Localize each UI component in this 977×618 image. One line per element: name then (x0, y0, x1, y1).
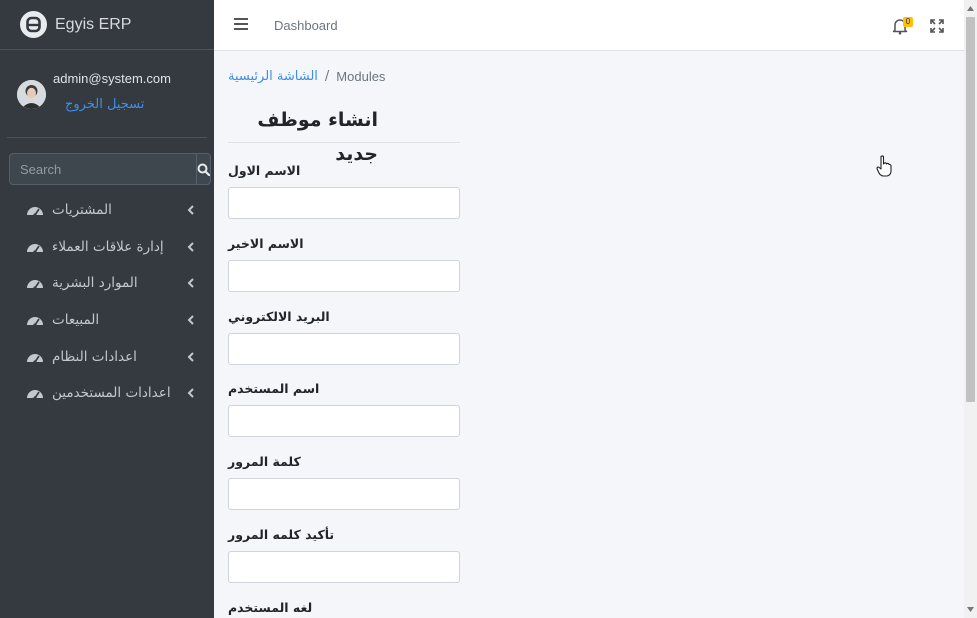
sidebar-item-purchases[interactable]: المشتريات (0, 192, 214, 229)
first-name-label: الاسم الاول (228, 163, 301, 178)
search-button[interactable] (196, 153, 211, 185)
breadcrumb-separator: / (324, 69, 330, 84)
sidebar-item-label: إدارة علاقات العملاء (52, 238, 164, 255)
search-input[interactable] (9, 153, 196, 185)
tachometer-icon (25, 385, 44, 401)
sidebar-item-hr[interactable]: الموارد البشرية (0, 265, 214, 302)
email-label: البريد الالكتروني (228, 309, 330, 324)
avatar[interactable] (17, 80, 46, 109)
last-name-group: الاسم الاخير (228, 236, 460, 292)
user-language-label: لغه المستخدم (228, 600, 313, 615)
tachometer-icon (25, 312, 44, 328)
email-group: البريد الالكتروني (228, 309, 460, 365)
chevron-left-icon (186, 278, 194, 289)
sidebar-item-system-settings[interactable]: اعدادات النظام (0, 338, 214, 375)
tachometer-icon (25, 202, 44, 218)
brand-name: Egyis ERP (55, 15, 132, 33)
create-employee-form: انشاء موظف جديد الاسم الاول الاسم الاخير… (228, 103, 460, 615)
username-group: اسم المستخدم (228, 381, 460, 437)
chevron-left-icon (186, 205, 194, 216)
scrollbar-thumb[interactable] (966, 17, 975, 402)
hand-cursor-icon (876, 155, 892, 177)
sidebar-search (9, 153, 211, 185)
password-input[interactable] (228, 478, 460, 510)
sidebar-item-label: اعدادات النظام (52, 348, 137, 365)
scroll-down-icon[interactable] (967, 607, 974, 613)
scroll-up-icon[interactable] (967, 5, 974, 11)
confirm-password-label: تأكيد كلمه المرور (228, 527, 335, 542)
sidebar-item-label: المشتريات (52, 202, 112, 219)
chevron-left-icon (186, 242, 194, 252)
tachometer-icon (25, 239, 44, 255)
password-group: كلمة المرور (228, 454, 460, 510)
user-language-group: لغه المستخدم (228, 600, 460, 618)
chevron-left-icon (186, 315, 194, 325)
email-field[interactable] (228, 333, 460, 365)
brand-logo-icon (20, 11, 47, 38)
sidebar-item-user-settings[interactable]: اعدادات المستخدمين (0, 375, 214, 412)
logout-link[interactable]: تسجيل الخروج (65, 97, 144, 112)
notification-badge: 0 (903, 17, 913, 27)
last-name-label: الاسم الاخير (228, 236, 304, 251)
sidebar-item-crm[interactable]: إدارة علاقات العملاء (0, 229, 214, 266)
fullscreen-icon[interactable] (930, 19, 944, 33)
username-label: اسم المستخدم (228, 381, 320, 396)
sidebar: Egyis ERP admin@system.com تسجيل الخروج (0, 0, 214, 618)
main-content: الشاشة الرئيسية / Modules انشاء موظف جدي… (214, 51, 964, 618)
breadcrumb-home-link[interactable]: الشاشة الرئيسية (228, 69, 318, 84)
first-name-group: الاسم الاول (228, 163, 460, 219)
first-name-input[interactable] (228, 187, 460, 219)
chevron-left-icon (186, 351, 194, 362)
brand-link[interactable]: Egyis ERP (0, 0, 214, 50)
sidebar-item-label: الموارد البشرية (52, 275, 138, 292)
sidebar-item-sales[interactable]: المبيعات (0, 302, 214, 339)
sidebar-item-label: المبيعات (52, 312, 100, 329)
last-name-input[interactable] (228, 260, 460, 292)
password-label: كلمة المرور (228, 454, 301, 469)
confirm-password-input[interactable] (228, 551, 460, 583)
page-title: انشاء موظف جديد (228, 103, 460, 165)
page-scrollbar[interactable] (964, 0, 977, 618)
hamburger-menu-icon[interactable] (234, 18, 248, 31)
chevron-left-icon (186, 388, 194, 398)
confirm-password-group: تأكيد كلمه المرور (228, 527, 460, 583)
tachometer-icon (25, 349, 44, 365)
nav-dashboard-link[interactable]: Dashboard (274, 18, 338, 33)
sidebar-item-label: اعدادات المستخدمين (52, 385, 171, 402)
tachometer-icon (25, 275, 44, 291)
user-email[interactable]: admin@system.com (53, 71, 171, 86)
user-panel: admin@system.com تسجيل الخروج (7, 50, 207, 138)
top-navbar: Dashboard 0 (214, 0, 964, 51)
breadcrumb-current: Modules (336, 69, 386, 84)
sidebar-menu: المشتريات إدارة علاقات العملاء الموارد ا… (0, 192, 214, 412)
username-input[interactable] (228, 405, 460, 437)
breadcrumb: الشاشة الرئيسية / Modules (228, 69, 385, 84)
search-icon (197, 163, 210, 176)
